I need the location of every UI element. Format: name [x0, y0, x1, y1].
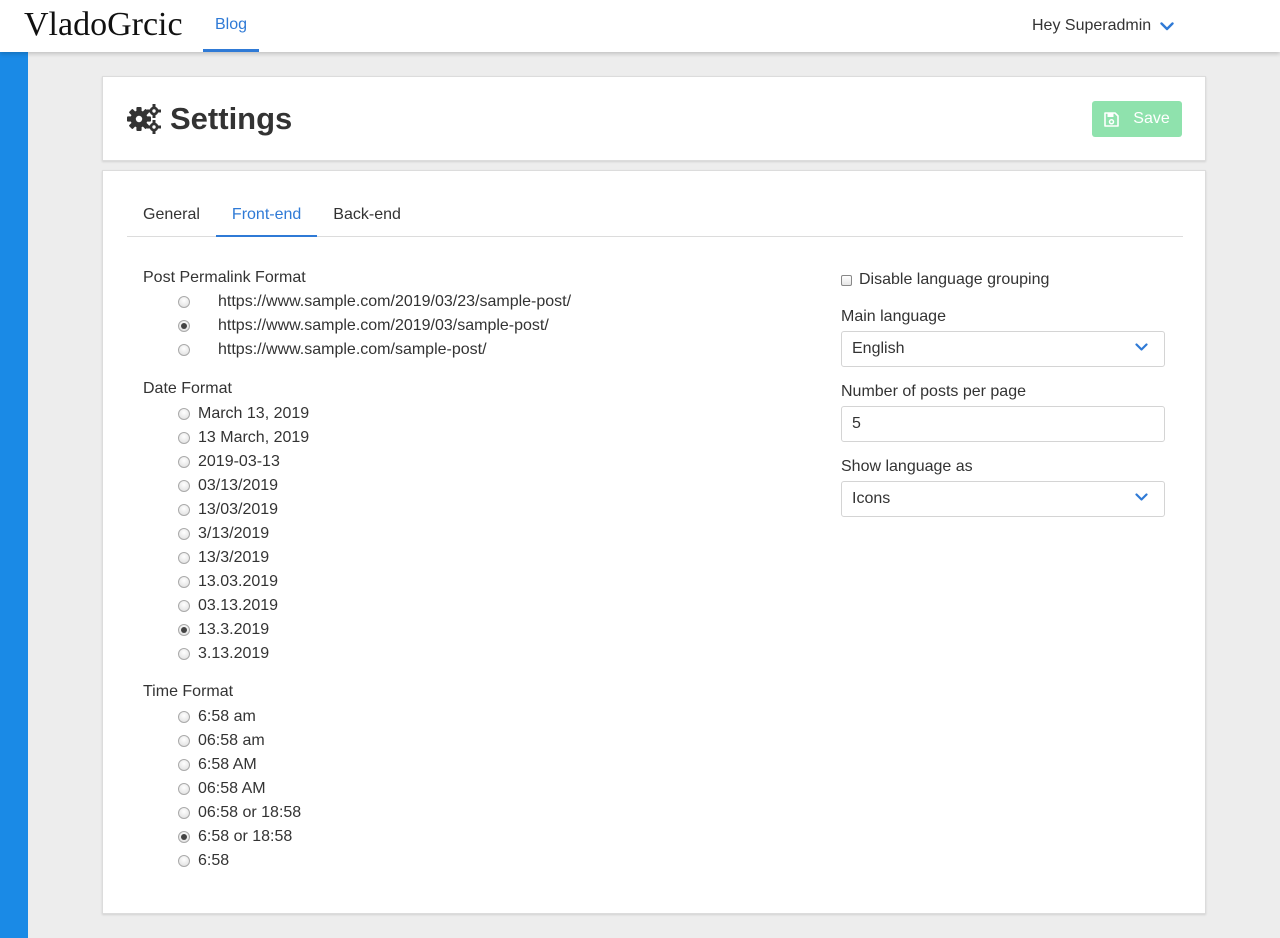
time-format-option-label: 6:58: [198, 852, 230, 869]
disable-language-grouping-label: Disable language grouping: [859, 271, 1050, 288]
date-format-option-label: 3/13/2019: [198, 525, 270, 542]
date-format-option[interactable]: 13.3.2019: [178, 619, 269, 641]
show-language-as-select[interactable]: Icons: [841, 481, 1165, 517]
sidebar-accent-strip: [0, 52, 28, 938]
main-language-label: Main language: [841, 308, 946, 325]
page-title-text: Settings: [170, 101, 293, 136]
radio-button[interactable]: [178, 320, 190, 332]
date-format-option-label: 13/3/2019: [198, 549, 270, 566]
top-navbar: VladoGrcic Blog Hey Superadmin: [0, 0, 1280, 52]
time-format-option-label: 06:58 AM: [198, 780, 266, 797]
radio-button[interactable]: [178, 759, 190, 771]
time-format-option-label: 6:58 or 18:58: [198, 828, 293, 845]
date-format-option[interactable]: 3.13.2019: [178, 643, 269, 665]
radio-button[interactable]: [178, 296, 190, 308]
time-format-option-label: 6:58 am: [198, 708, 256, 725]
gears-icon: [127, 103, 162, 135]
date-format-label: Date Format: [143, 380, 232, 397]
radio-button[interactable]: [178, 408, 190, 420]
chevron-down-icon: [1135, 493, 1148, 501]
settings-header-card: Settings Save: [102, 76, 1206, 161]
page-title: Settings: [127, 101, 292, 137]
date-format-option[interactable]: 2019-03-13: [178, 451, 280, 473]
date-format-option[interactable]: March 13, 2019: [178, 403, 309, 425]
date-format-option-label: 13.3.2019: [198, 621, 270, 638]
date-format-option-label: 13.03.2019: [198, 573, 279, 590]
show-language-as-label: Show language as: [841, 458, 973, 475]
date-format-option-label: 03/13/2019: [198, 477, 279, 494]
radio-button[interactable]: [178, 648, 190, 660]
settings-tabs: General Front-end Back-end: [127, 195, 1183, 237]
time-format-option[interactable]: 6:58 AM: [178, 754, 257, 776]
date-format-option-label: 13/03/2019: [198, 501, 279, 518]
date-format-option-label: 03.13.2019: [198, 597, 279, 614]
user-menu[interactable]: Hey Superadmin: [1032, 0, 1174, 52]
radio-button[interactable]: [178, 456, 190, 468]
main-language-value: English: [852, 340, 905, 357]
time-format-option-label: 06:58 or 18:58: [198, 804, 302, 821]
radio-button[interactable]: [178, 576, 190, 588]
time-format-option[interactable]: 6:58 am: [178, 706, 256, 728]
posts-per-page-input[interactable]: 5: [841, 406, 1165, 442]
date-format-option-label: 3.13.2019: [198, 645, 270, 662]
radio-button[interactable]: [178, 480, 190, 492]
time-format-option-label: 06:58 am: [198, 732, 265, 749]
tab-back-end[interactable]: Back-end: [317, 195, 417, 237]
date-format-option[interactable]: 13/03/2019: [178, 499, 278, 521]
tab-front-end[interactable]: Front-end: [215, 195, 318, 237]
time-format-option[interactable]: 06:58 or 18:58: [178, 802, 301, 824]
radio-button[interactable]: [178, 855, 190, 867]
checkbox-box[interactable]: [841, 274, 852, 286]
permalink-option[interactable]: https://www.sample.com/2019/03/sample-po…: [178, 315, 549, 337]
permalink-option-label: https://www.sample.com/2019/03/sample-po…: [218, 317, 549, 334]
show-language-as-value: Icons: [852, 490, 891, 507]
radio-button[interactable]: [178, 711, 190, 723]
settings-card: General Front-end Back-end Post Permalin…: [102, 170, 1206, 914]
time-format-option[interactable]: 6:58 or 18:58: [178, 826, 292, 848]
tab-general[interactable]: General: [127, 195, 216, 237]
permalink-option[interactable]: https://www.sample.com/sample-post/: [178, 339, 487, 361]
date-format-option[interactable]: 13 March, 2019: [178, 427, 309, 449]
radio-button[interactable]: [178, 552, 190, 564]
user-greeting: Hey Superadmin: [1032, 17, 1152, 34]
chevron-down-icon: [1135, 343, 1148, 351]
radio-button[interactable]: [178, 344, 190, 356]
brand-logo[interactable]: VladoGrcic: [24, 6, 183, 44]
radio-button[interactable]: [178, 528, 190, 540]
save-button-label: Save: [1133, 110, 1170, 127]
radio-button[interactable]: [178, 624, 190, 636]
floppy-disk-icon: [1104, 111, 1120, 127]
radio-button[interactable]: [178, 831, 190, 843]
date-format-option[interactable]: 03.13.2019: [178, 595, 278, 617]
main-language-select[interactable]: English: [841, 331, 1165, 367]
date-format-option-label: 13 March, 2019: [198, 429, 310, 446]
date-format-option[interactable]: 13/3/2019: [178, 547, 269, 569]
nav-link-blog[interactable]: Blog: [203, 0, 259, 52]
date-format-option-label: 2019-03-13: [198, 453, 280, 470]
save-button[interactable]: Save: [1092, 101, 1182, 137]
permalink-format-label: Post Permalink Format: [143, 269, 306, 286]
time-format-option[interactable]: 06:58 am: [178, 730, 265, 752]
radio-button[interactable]: [178, 600, 190, 612]
date-format-option[interactable]: 03/13/2019: [178, 475, 278, 497]
posts-per-page-label: Number of posts per page: [841, 383, 1026, 400]
date-format-option[interactable]: 13.03.2019: [178, 571, 278, 593]
radio-button[interactable]: [178, 807, 190, 819]
permalink-option-label: https://www.sample.com/2019/03/23/sample…: [218, 293, 572, 310]
time-format-option[interactable]: 6:58: [178, 850, 229, 872]
permalink-option-label: https://www.sample.com/sample-post/: [218, 341, 487, 358]
time-format-option-label: 6:58 AM: [198, 756, 257, 773]
radio-button[interactable]: [178, 504, 190, 516]
permalink-option[interactable]: https://www.sample.com/2019/03/23/sample…: [178, 291, 571, 313]
time-format-option[interactable]: 06:58 AM: [178, 778, 266, 800]
disable-language-grouping-checkbox[interactable]: Disable language grouping: [841, 269, 1049, 291]
radio-button[interactable]: [178, 783, 190, 795]
time-format-label: Time Format: [143, 683, 234, 700]
radio-button[interactable]: [178, 735, 190, 747]
radio-button[interactable]: [178, 432, 190, 444]
date-format-option[interactable]: 3/13/2019: [178, 523, 269, 545]
date-format-option-label: March 13, 2019: [198, 405, 310, 422]
chevron-down-icon: [1160, 21, 1174, 30]
